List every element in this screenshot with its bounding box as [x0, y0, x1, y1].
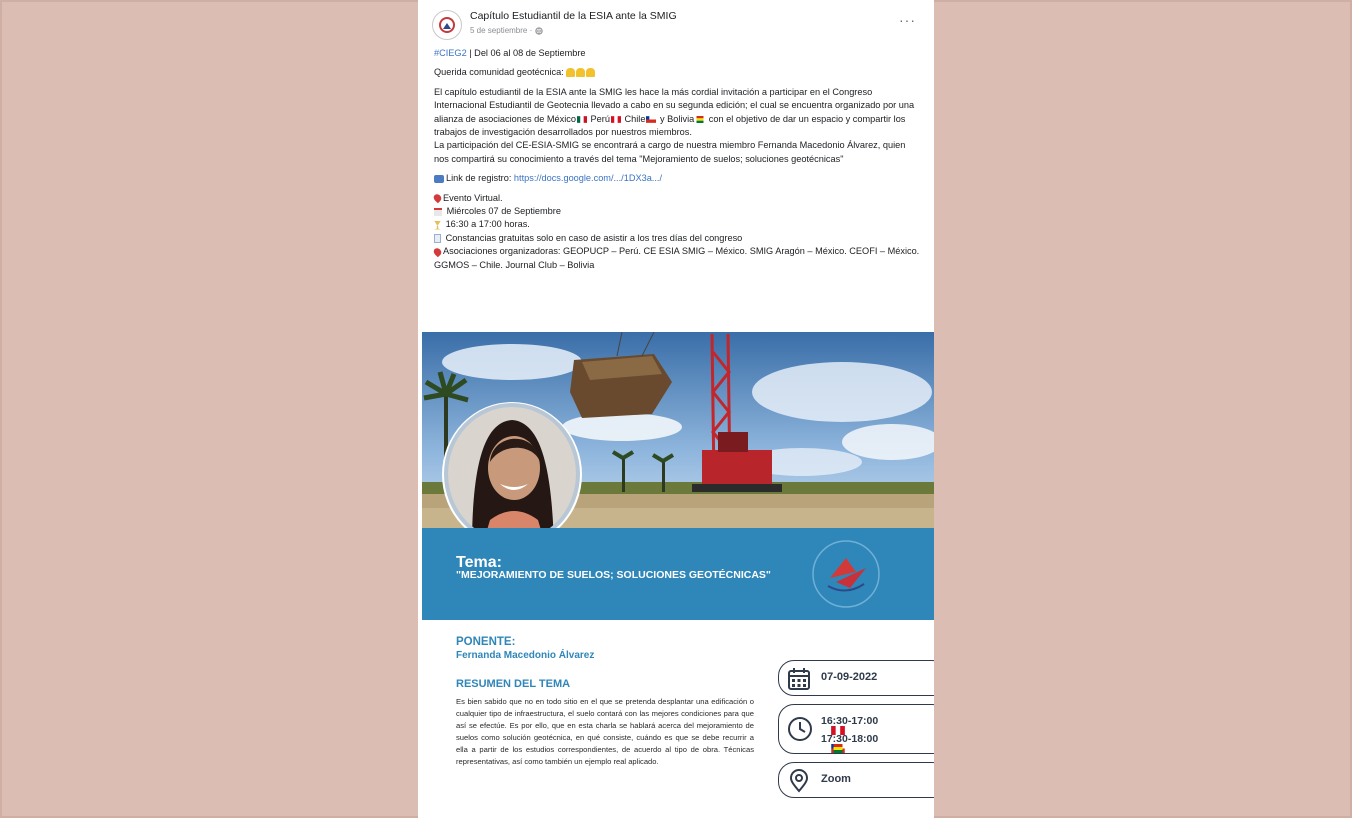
topic-title: "MEJORAMIENTO DE SUELOS; SOLUCIONES GEOT…	[456, 569, 771, 581]
page-name-link[interactable]: Capítulo Estudiantil de la ESIA ante la …	[470, 10, 677, 22]
detail-virtual: Evento Virtual.	[432, 192, 920, 205]
hourglass-icon	[434, 220, 441, 230]
post-meta: 5 de septiembre ·	[470, 26, 543, 35]
detail-certificates: Constancias gratuitas solo en caso de as…	[434, 232, 920, 245]
paragraph-invitation: El capítulo estudiantil de la ESIA ante …	[434, 86, 920, 140]
calendar-icon	[434, 207, 442, 216]
post-header: Capítulo Estudiantil de la ESIA ante la …	[432, 8, 920, 42]
paragraph-participation: La participación del CE-ESIA-SMIG se enc…	[434, 140, 906, 164]
page-avatar[interactable]	[432, 10, 462, 40]
summary-text: Es bien sabido que no en todo sitio en e…	[456, 697, 754, 766]
more-options-icon[interactable]: ···	[899, 12, 916, 28]
event-flyer-banner[interactable]: Tema: "MEJORAMIENTO DE SUELOS; SOLUCIONE…	[422, 332, 934, 620]
mexico-flag-icon	[576, 115, 587, 123]
globe-icon	[534, 27, 543, 35]
post-text: #CIEG2 | Del 06 al 08 de Septiembre Quer…	[432, 47, 920, 272]
time-slot-1: 16:30-17:00	[821, 715, 879, 735]
logo-icon	[439, 17, 455, 33]
speaker-photo	[442, 402, 582, 547]
bell-icon	[576, 68, 586, 78]
registration-link[interactable]: https://docs.google.com/.../1DX3a.../	[514, 173, 662, 183]
chile-text: Chile	[621, 113, 646, 124]
platform-name: Zoom	[821, 773, 851, 785]
bell-icon	[566, 68, 576, 78]
event-date: 07-09-2022	[821, 671, 878, 683]
detail-text: 16:30 a 17:00 horas.	[445, 219, 530, 230]
speaker-name: Fernanda Macedonio Álvarez	[456, 650, 595, 661]
time-badge: 16:30-17:00 17:30-18:00	[778, 704, 934, 754]
summary-label: RESUMEN DEL TEMA	[456, 678, 571, 690]
speaker-label: PONENTE:	[456, 636, 516, 648]
bolivia-text: y Bolivia	[657, 113, 695, 124]
facebook-post: Capítulo Estudiantil de la ESIA ante la …	[418, 0, 934, 818]
bolivia-flag-icon	[833, 744, 843, 753]
location-pin-icon	[789, 769, 809, 793]
peru-flag-icon	[610, 115, 621, 123]
document-icon	[434, 233, 441, 243]
detail-text: Asociaciones organizadoras: GEOPUCP – Pe…	[434, 246, 920, 270]
bell-icon	[586, 68, 596, 78]
time-2-text: 17:30-18:00	[821, 733, 879, 745]
detail-day: Miércoles 07 de Septiembre	[434, 205, 920, 218]
detail-organizers: Asociaciones organizadoras: GEOPUCP – Pe…	[432, 245, 920, 272]
time-1-text: 16:30-17:00	[821, 715, 879, 727]
detail-hour: 16:30 a 17:00 horas.	[434, 218, 920, 231]
platform-badge: Zoom	[778, 762, 934, 798]
smig-emblem-icon	[812, 540, 880, 608]
calendar-icon	[788, 668, 810, 690]
link-label: Link de registro:	[446, 173, 514, 184]
date-badge: 07-09-2022	[778, 660, 934, 696]
time-slot-2: 17:30-18:00	[821, 733, 879, 753]
pushpin-icon	[432, 192, 443, 204]
flyer-info-section: PONENTE: Fernanda Macedonio Álvarez RESU…	[418, 620, 934, 818]
greeting-text: Querida comunidad geotécnica:	[434, 67, 564, 78]
detail-text: Miércoles 07 de Septiembre	[446, 206, 561, 217]
world-map-icon	[434, 174, 444, 183]
chile-flag-icon	[646, 115, 657, 123]
detail-text: Evento Virtual.	[443, 192, 503, 203]
pushpin-icon	[432, 246, 443, 258]
bolivia-flag-icon	[696, 115, 704, 123]
clock-icon	[788, 717, 812, 741]
date-range: | Del 06 al 08 de Septiembre	[466, 48, 586, 58]
post-date[interactable]: 5 de septiembre	[470, 26, 527, 35]
greeting: Querida comunidad geotécnica:	[434, 66, 920, 79]
post-line-hashtag: #CIEG2 | Del 06 al 08 de Septiembre	[434, 47, 920, 60]
peru-text: Perú	[587, 113, 610, 124]
registration-line: Link de registro: https://docs.google.co…	[434, 172, 920, 185]
speaker-portrait-image	[444, 403, 580, 545]
hashtag-link[interactable]: #CIEG2	[434, 48, 467, 58]
detail-text: Constancias gratuitas solo en caso de as…	[445, 232, 743, 243]
